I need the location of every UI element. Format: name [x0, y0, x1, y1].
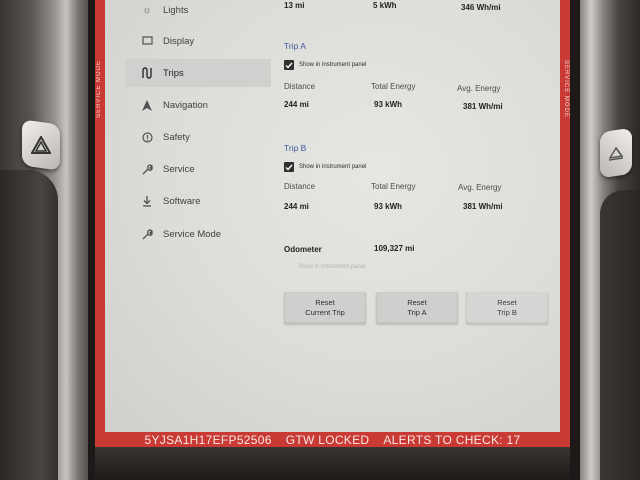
reset-trip-a-button[interactable]: Reset Trip A — [376, 292, 458, 324]
sidebar-item-label: Navigation — [163, 99, 208, 111]
current-trip-distance: 13 mi — [284, 1, 305, 10]
hazard-button[interactable] — [22, 119, 60, 171]
reset-trip-a-label-line2: Trip A — [407, 308, 427, 317]
trip-a-distance-header: Distance — [284, 82, 316, 91]
reset-current-trip-button[interactable]: Reset Current Trip — [284, 292, 366, 324]
reset-trip-b-button[interactable]: Reset Trip B — [466, 292, 548, 324]
trip-a-show-label: Show in instrument panel — [299, 62, 367, 68]
trips-icon — [141, 67, 153, 79]
sidebar-item-label: Software — [163, 195, 201, 207]
driver-seat — [0, 170, 58, 480]
navigation-arrow-icon — [141, 99, 153, 111]
trip-a-show-checkbox[interactable] — [284, 60, 294, 70]
sidebar-item-navigation[interactable]: Navigation — [125, 91, 271, 119]
odometer-show-label: Show in instrument panel — [298, 264, 366, 270]
trip-a-avg-energy: 381 Wh/mi — [463, 102, 503, 111]
current-trip-energy: 5 kWh — [373, 1, 397, 10]
hazard-triangle-icon — [31, 136, 51, 154]
trip-a-title: Trip A — [284, 41, 306, 51]
trip-b-energy: 93 kWh — [374, 202, 403, 211]
vin-text: 5YJSA1H17EFP52506 — [144, 432, 272, 447]
settings-panel: ☼ Lights Display Trips Navigation Safety… — [105, 0, 560, 432]
service-status-bar: 5YJSA1H17EFP52506 GTW LOCKED ALERTS TO C… — [105, 432, 560, 447]
sidebar-item-label: Service — [163, 163, 195, 175]
sidebar-item-label: Trips — [163, 67, 184, 79]
reset-trip-b-label-line2: Trip B — [497, 308, 517, 317]
sidebar-item-label: Lights — [163, 4, 189, 16]
service-mode-side-label-left: SERVICE MODE — [96, 60, 102, 118]
current-trip-avg-energy: 346 Wh/mi — [461, 3, 501, 12]
sidebar-item-label: Display — [163, 35, 195, 47]
display-icon — [141, 35, 153, 47]
sidebar-item-service-mode[interactable]: Service Mode — [125, 220, 271, 248]
safety-icon — [141, 131, 153, 143]
odometer-value: 109,327 mi — [374, 244, 415, 253]
trip-b-avg-header: Avg. Energy — [458, 183, 502, 192]
sidebar-item-software[interactable]: Software — [125, 187, 271, 215]
service-mode-side-label-right: SERVICE MODE — [563, 60, 569, 118]
screen-bottom-bezel — [95, 447, 570, 480]
glovebox-icon — [608, 146, 624, 161]
trip-a-distance: 244 mi — [284, 100, 309, 109]
sidebar-item-label: Safety — [163, 131, 190, 143]
sidebar-item-lights[interactable]: ☼ Lights — [125, 0, 271, 24]
trip-b-distance: 244 mi — [284, 202, 309, 211]
trip-b-energy-header: Total Energy — [371, 182, 416, 191]
wrench-icon — [141, 228, 153, 240]
trip-b-show-label: Show in instrument panel — [299, 164, 367, 170]
sidebar-item-display[interactable]: Display — [125, 27, 271, 55]
sidebar-item-label: Service Mode — [163, 228, 222, 240]
wrench-icon — [141, 163, 153, 175]
gtw-status-text: GTW LOCKED — [285, 432, 370, 447]
trips-panel: 13 mi 5 kWh 346 Wh/mi Trip A Show in ins… — [273, 0, 553, 340]
sidebar-item-safety[interactable]: Safety — [125, 123, 271, 151]
trip-b-avg-energy: 381 Wh/mi — [463, 202, 503, 211]
trip-a-avg-header: Avg. Energy — [457, 84, 501, 93]
trip-b-title: Trip B — [284, 143, 307, 153]
sidebar-item-trips[interactable]: Trips — [125, 59, 271, 87]
trip-b-distance-header: Distance — [284, 182, 316, 191]
settings-sidebar: ☼ Lights Display Trips Navigation Safety… — [125, 0, 271, 250]
sun-icon: ☼ — [142, 4, 152, 16]
touchscreen: SERVICE MODE SERVICE MODE ☼ Lights Displ… — [95, 0, 570, 447]
glovebox-button[interactable] — [600, 127, 632, 179]
download-icon — [141, 195, 153, 207]
trip-a-energy-header: Total Energy — [371, 82, 416, 91]
trip-a-energy: 93 kWh — [374, 100, 403, 109]
reset-current-trip-label-line1: Reset — [315, 298, 335, 307]
reset-trip-b-label-line1: Reset — [497, 298, 517, 307]
left-dashboard-trim — [0, 0, 92, 480]
alerts-count-text: ALERTS TO CHECK: 17 — [383, 432, 521, 447]
reset-current-trip-label-line2: Current Trip — [305, 308, 345, 317]
reset-trip-a-label-line1: Reset — [407, 298, 427, 307]
checkmark-icon — [285, 62, 293, 69]
sidebar-item-service[interactable]: Service — [125, 155, 271, 183]
trip-b-show-checkbox[interactable] — [284, 162, 294, 172]
odometer-label: Odometer — [284, 245, 322, 254]
checkmark-icon — [285, 164, 293, 171]
passenger-seat — [600, 190, 640, 480]
